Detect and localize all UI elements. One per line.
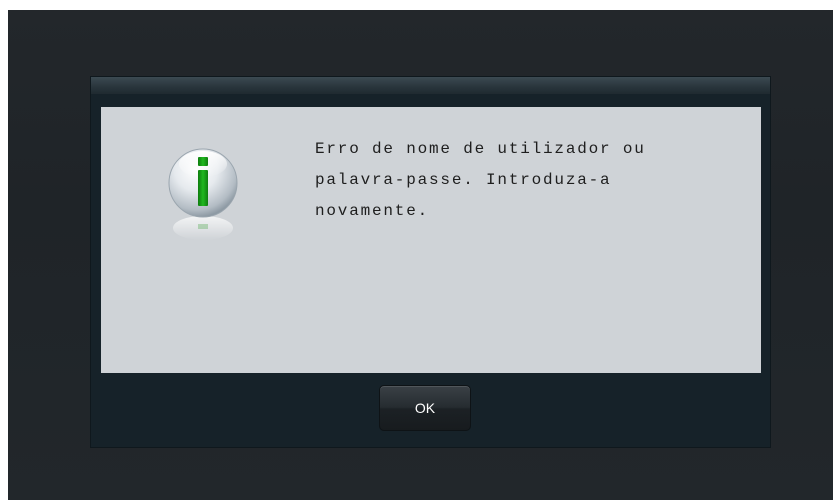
dialog-titlebar xyxy=(91,77,770,94)
info-icon xyxy=(168,148,238,240)
ok-button[interactable]: OK xyxy=(379,385,471,431)
error-message: Erro de nome de utilizador ou palavra-pa… xyxy=(315,140,646,220)
dialog-content-panel: Erro de nome de utilizador ou palavra-pa… xyxy=(101,107,761,373)
screen-background: Erro de nome de utilizador ou palavra-pa… xyxy=(8,10,833,500)
error-dialog: Erro de nome de utilizador ou palavra-pa… xyxy=(91,77,770,447)
